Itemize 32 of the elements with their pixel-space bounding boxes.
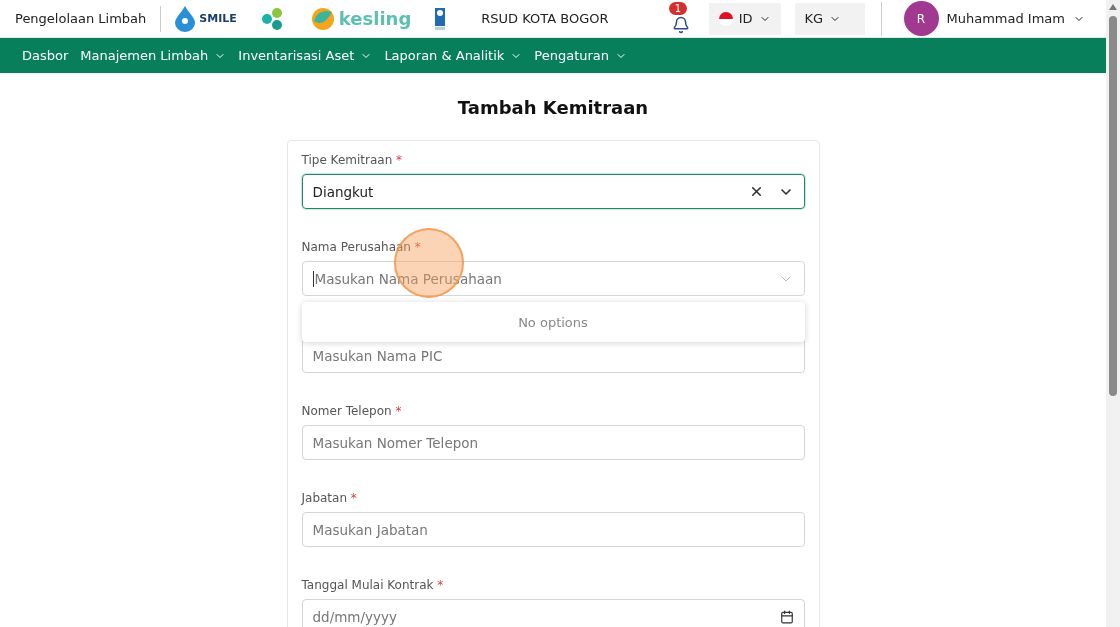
page-title: Tambah Kemitraan xyxy=(456,97,650,118)
undp-logo-icon xyxy=(435,7,446,30)
input-field[interactable]: Masukan Jabatan xyxy=(301,512,805,547)
user-menu[interactable]: R Muhammad Imam xyxy=(897,0,1091,37)
field-label: Tipe Kemitraan * xyxy=(301,153,404,168)
field-label: Tanggal Mulai Kontrak * xyxy=(301,578,445,593)
language-select[interactable]: ID xyxy=(708,2,781,35)
app-title: Pengelolaan Limbah xyxy=(15,5,162,32)
nav-item[interactable]: Laporan & Analitik xyxy=(384,48,523,63)
nav-item[interactable]: Manajemen Limbah xyxy=(80,48,227,63)
field-label: Nomer Telepon * xyxy=(301,404,403,419)
nav-item[interactable]: Inventarisasi Aset xyxy=(238,48,373,63)
select-field[interactable]: Diangkut xyxy=(301,174,805,209)
nav-item[interactable]: Pengaturan xyxy=(534,48,628,63)
input-field[interactable]: Masukan Nomer Telepon xyxy=(301,425,805,460)
nav-item[interactable]: Dasbor xyxy=(22,48,69,63)
scroll-up-icon[interactable] xyxy=(1109,4,1117,10)
date-field[interactable]: dd/mm/yyyy xyxy=(301,599,805,627)
bell-icon[interactable] xyxy=(671,15,690,34)
leaf-logo-icon xyxy=(310,6,335,31)
flag-icon xyxy=(718,11,733,26)
logo-text: SMILE xyxy=(199,13,237,24)
calendar-icon[interactable] xyxy=(779,609,794,624)
field-label: Jabatan * xyxy=(301,491,358,506)
logo-text: kesling xyxy=(338,9,412,28)
no-options-text: No options xyxy=(518,314,588,330)
avatar: R xyxy=(903,1,939,36)
hospital-name: RSUD KOTA BOGOR xyxy=(481,11,609,26)
notification-badge: 1 xyxy=(668,1,688,15)
water-drop-icon xyxy=(175,5,196,32)
scrollbar[interactable] xyxy=(1106,0,1120,627)
unit-select[interactable]: KG xyxy=(794,2,865,35)
